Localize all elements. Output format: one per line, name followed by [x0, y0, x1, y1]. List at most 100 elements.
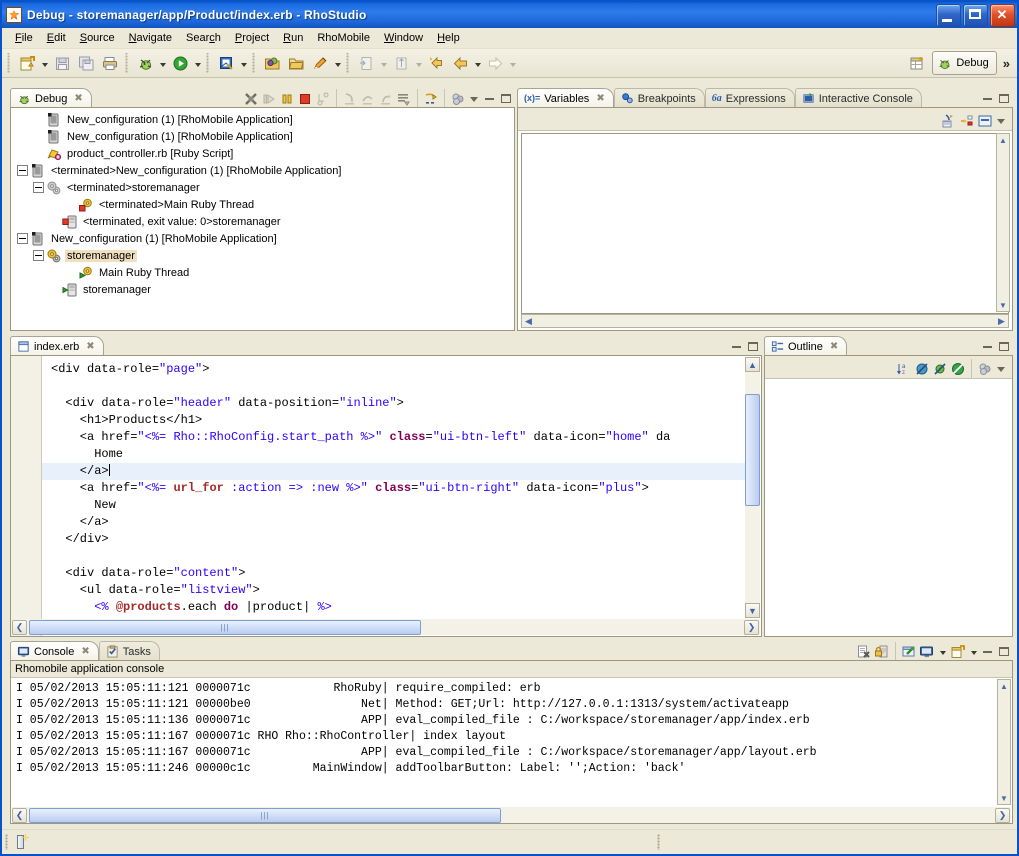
maximize-view-button[interactable]	[499, 92, 513, 105]
tree-collapse-icon[interactable]	[33, 182, 44, 193]
maximize-button[interactable]	[963, 3, 988, 27]
view-menu-icon[interactable]	[995, 114, 1008, 127]
toolbar-grip-3[interactable]	[205, 53, 212, 73]
toolbar-overflow-chevron[interactable]: »	[1000, 56, 1013, 71]
step-over-icon[interactable]	[360, 91, 376, 107]
back-dropdown-arrow[interactable]	[472, 52, 483, 74]
show-logical-structure-icon[interactable]	[941, 113, 957, 129]
tree-item[interactable]: storemanager	[17, 281, 514, 298]
maximize-view-button[interactable]	[997, 340, 1011, 353]
close-icon[interactable]: ✖	[596, 93, 604, 104]
tree-item[interactable]: New_configuration (1) [RhoMobile Applica…	[17, 111, 514, 128]
step-into-icon[interactable]	[342, 91, 358, 107]
disconnect-icon[interactable]	[243, 91, 259, 107]
scroll-right-arrow[interactable]: ❯	[744, 619, 759, 635]
scroll-down-arrow[interactable]: ▼	[745, 603, 760, 618]
last-edit-location-icon[interactable]	[424, 51, 448, 75]
tab-outline[interactable]: Outline ✖	[764, 336, 848, 356]
menu-project[interactable]: Project	[228, 30, 276, 46]
save-all-icon[interactable]	[74, 51, 98, 75]
resume-icon[interactable]	[261, 91, 277, 107]
save-icon[interactable]	[50, 51, 74, 75]
minimize-view-button[interactable]	[981, 340, 995, 353]
editor-vscroll-thumb[interactable]	[745, 394, 760, 506]
perspective-tab-debug[interactable]: Debug	[932, 51, 997, 75]
minimize-view-button[interactable]	[483, 92, 497, 105]
open-console-icon[interactable]	[950, 644, 966, 660]
tree-item[interactable]: product_controller.rb [Ruby Script]	[17, 145, 514, 162]
menu-rhomobile[interactable]: RhoMobile	[310, 30, 377, 46]
scroll-right-arrow[interactable]: ❯	[995, 807, 1010, 823]
previous-annotation-icon[interactable]	[389, 51, 413, 75]
new-wizard-dropdown-arrow[interactable]	[39, 52, 50, 74]
variables-table[interactable]	[521, 133, 1009, 314]
menu-source[interactable]: Source	[73, 30, 122, 46]
editor-code-area[interactable]: <div data-role="page"> <div data-role="h…	[42, 356, 745, 619]
editor-hscroll-thumb[interactable]: |||	[29, 619, 421, 635]
tab-tasks[interactable]: Tasks	[98, 641, 160, 661]
tab-variables[interactable]: (x)= Variables ✖	[517, 88, 614, 108]
lock-scroll-icon[interactable]	[874, 644, 890, 660]
toolbar-grip[interactable]	[6, 53, 13, 73]
hide-nonpublic-icon[interactable]	[914, 361, 930, 377]
close-icon[interactable]: ✖	[81, 646, 89, 657]
hide-fields-icon[interactable]	[950, 361, 966, 377]
tree-item[interactable]: Main Ruby Thread	[17, 264, 514, 281]
maximize-view-button[interactable]	[746, 340, 760, 353]
previous-annotation-dropdown-arrow[interactable]	[413, 52, 424, 74]
tree-item[interactable]: <terminated>New_configuration (1) [RhoMo…	[17, 162, 514, 179]
console-horizontal-scrollbar[interactable]: ❮ ||| ❯	[12, 807, 1011, 823]
view-menu-icon[interactable]	[468, 92, 481, 105]
link-with-editor-icon[interactable]	[977, 361, 993, 377]
tree-item[interactable]: <terminated>Main Ruby Thread	[17, 196, 514, 213]
scroll-left-arrow[interactable]: ❮	[12, 807, 27, 823]
open-perspective-icon[interactable]	[905, 51, 929, 75]
maximize-view-button[interactable]	[997, 92, 1011, 105]
tree-item[interactable]: New_configuration (1) [RhoMobile Applica…	[17, 230, 514, 247]
new-wizard-icon[interactable]	[15, 51, 39, 75]
menu-help[interactable]: Help	[430, 30, 467, 46]
scroll-left-arrow[interactable]: ❮	[12, 619, 27, 635]
sort-icon[interactable]: az	[896, 361, 912, 377]
tree-item[interactable]: <terminated, exit value: 0>storemanager	[17, 213, 514, 230]
menu-search[interactable]: Search	[179, 30, 228, 46]
tree-collapse-icon[interactable]	[33, 250, 44, 261]
minimize-view-button[interactable]	[981, 645, 995, 658]
editor-horizontal-scrollbar[interactable]: ❮ ||| ❯	[12, 619, 760, 635]
maximize-view-button[interactable]	[997, 645, 1011, 658]
variables-vertical-scrollbar[interactable]: ▲ ▼	[996, 133, 1010, 312]
open-resource-icon[interactable]	[284, 51, 308, 75]
scroll-up-arrow[interactable]: ▲	[745, 357, 760, 372]
next-annotation-icon[interactable]	[354, 51, 378, 75]
display-console-icon[interactable]	[919, 644, 935, 660]
menu-file[interactable]: File	[8, 30, 40, 46]
run-icon[interactable]	[168, 51, 192, 75]
drop-to-frame-icon[interactable]	[396, 91, 412, 107]
terminate-icon[interactable]	[297, 91, 313, 107]
toolbar-grip-4[interactable]	[251, 53, 258, 73]
close-icon[interactable]: ✖	[86, 341, 94, 352]
clear-console-icon[interactable]	[856, 644, 872, 660]
console-output[interactable]: I 05/02/2013 15:05:11:121 0000071c RhoRu…	[12, 679, 996, 806]
scroll-up-arrow[interactable]: ▲	[997, 134, 1009, 146]
use-step-filters-icon[interactable]	[423, 91, 439, 107]
back-icon[interactable]	[448, 51, 472, 75]
collapse-all-icon[interactable]	[959, 113, 975, 129]
tab-breakpoints[interactable]: Breakpoints	[613, 88, 705, 108]
tree-collapse-icon[interactable]	[17, 165, 28, 176]
step-return-icon[interactable]	[378, 91, 394, 107]
scroll-down-arrow[interactable]: ▼	[997, 299, 1009, 311]
hide-static-icon[interactable]	[932, 361, 948, 377]
view-menu-dots-icon[interactable]	[450, 91, 466, 107]
step-into-selection-icon[interactable]	[315, 91, 331, 107]
view-menu-icon[interactable]	[995, 362, 1008, 375]
external-tools-icon[interactable]	[214, 51, 238, 75]
pin-console-icon[interactable]	[901, 644, 917, 660]
debug-dropdown-arrow[interactable]	[157, 52, 168, 74]
menu-window[interactable]: Window	[377, 30, 430, 46]
minimize-view-button[interactable]	[730, 340, 744, 353]
forward-dropdown-arrow[interactable]	[507, 52, 518, 74]
tab-debug[interactable]: Debug ✖	[10, 88, 92, 108]
tab-interactive-console[interactable]: Interactive Console	[794, 88, 922, 108]
minimize-button[interactable]	[936, 3, 961, 27]
